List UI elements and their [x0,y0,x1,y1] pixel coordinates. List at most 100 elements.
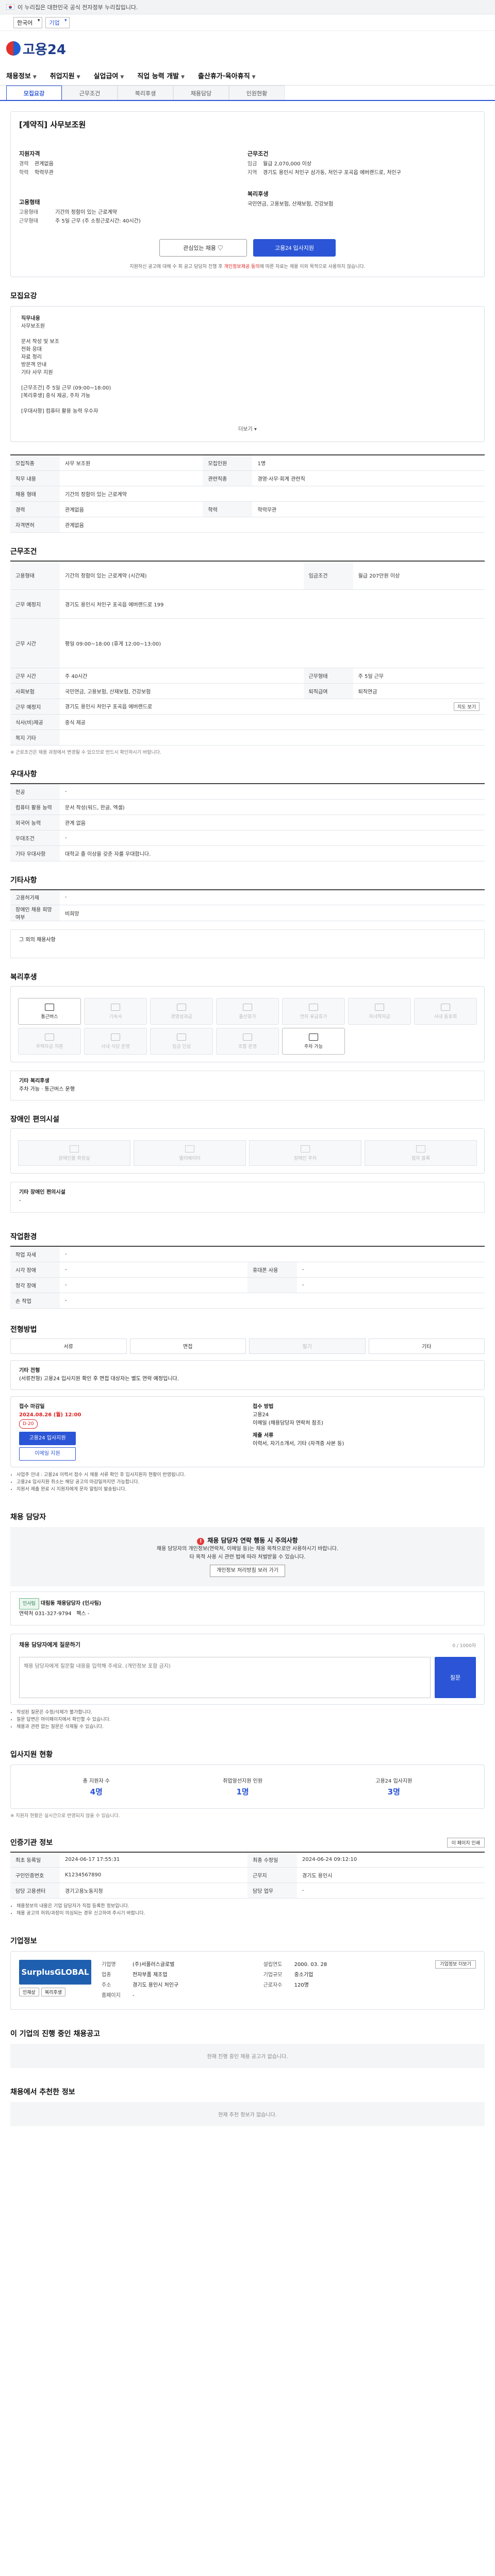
nav-item-1[interactable]: 취업지원 ▼ [50,71,80,80]
map-button[interactable]: 지도 보기 [454,702,480,711]
main-nav: 채용정보 ▼ 취업지원 ▼ 실업급여 ▼ 직업 능력 개발 ▼ 출산휴가·육아휴직 ▼ [0,66,495,86]
cell-key: 채용 형태 [10,486,60,502]
save-job-button[interactable]: 관심있는 채용 ♡ [159,239,247,257]
cell-value [60,730,485,745]
cell-key: 전공 [10,784,60,800]
qa-input[interactable] [19,1656,431,1698]
period-value: 2024.08.26 (월) 12:00 [19,1412,81,1418]
note-item: 채용정보의 내용은 기업 담당자가 직접 등록한 정보입니다. [16,1903,485,1910]
tab-3[interactable]: 채용담당 [173,86,229,100]
job-description: 직무내용 사무보조원 문서 작성 및 보조 전화 응대 자료 정리 방문객 안내… [10,306,485,442]
nav-item-0[interactable]: 채용정보 ▼ [6,71,37,80]
fax-value: - [87,1611,90,1617]
table-row: 모집직종 사무 보조원 모집인원 1명 [10,455,485,471]
benefit-label: 복리후생 [248,191,269,197]
more-button[interactable]: 더보기 ▾ [21,426,474,433]
cell-key: 자격면허 [10,517,60,533]
company-key: 주소 [102,1982,111,1988]
benefit-label: 통근버스 [41,1014,58,1020]
chevron-down-icon: ▼ [181,75,185,80]
cell-value: 국민연금, 고용보험, 산재보험, 건강보험 [60,683,304,699]
benefit-icon [375,1003,384,1011]
email-apply-button[interactable]: 이메일 지원 [19,1447,76,1461]
note-item: 질문 답변은 마이페이지에서 확인할 수 있습니다. [16,1716,485,1723]
company-logo: SurplusGLOBAL [19,1960,91,1985]
cell-value: 관계없음 [60,517,485,533]
brand-logo[interactable]: 고용24 [6,39,66,58]
nav-item-3[interactable]: 직업 능력 개발 ▼ [137,71,185,80]
facility-card: 장애인 주차 [249,1140,361,1166]
company-box: SurplusGLOBAL 인재상 복리후생 기업명 (주)서플러스글로벌 설립연도… [10,1951,485,2010]
company-more-button[interactable]: 기업정보 더보기 [435,1960,476,1969]
nav-item-4[interactable]: 출산휴가·육아휴직 ▼ [198,71,256,80]
lang-select[interactable]: 한국어 [13,16,43,28]
employment-label: 고용형태 [19,199,40,206]
benefits-sub-head: 기타 복리후생 [19,1078,50,1084]
stat-item: 고용24 입사지원 3명 [375,1778,412,1797]
qa-title: 채용 담당자에게 질문하기 [19,1641,80,1648]
apply-tab-2[interactable]: 필기 [249,1338,366,1354]
cell-key: 경력 [10,501,60,517]
company-chip[interactable]: 인재상 [19,1988,39,1996]
nav-item-2[interactable]: 실업급여 ▼ [94,71,124,80]
qa-submit-button[interactable]: 질문 [435,1656,476,1698]
cell-value: - [297,1883,485,1899]
etc-table: 고용허가제 - 장애인 채용 희망 여부 비희망 [10,889,485,921]
benefit-label: 출산휴가 [239,1014,256,1020]
cell-key: 작업 자세 [10,1246,60,1262]
print-button[interactable]: 이 페이지 인쇄 [447,1837,485,1848]
company-value: 2000. 03. 28 [294,1962,327,1968]
conditions-footnote: ※ 근로조건은 채용 과정에서 변경될 수 있으므로 반드시 확인하시기 바랍니… [10,750,161,755]
apply-button-2[interactable]: 고용24 입사지원 [19,1431,76,1445]
tab-0[interactable]: 모집요강 [6,86,62,100]
cell-key: 관련직종 [203,470,253,486]
benefit-card: 기숙사 [84,998,147,1025]
desc-head: 직무내용 [21,316,40,321]
benefits-grid: 통근버스 기숙사 경영성과급 출산휴가 연차 유급휴가 자녀학자금 사내 동호회 주택자금 지… [18,998,477,1055]
chevron-down-icon: ▾ [254,427,257,432]
stats-note: ※ 지원자 현황은 실시간으로 반영되지 않을 수 있습니다. [10,1813,120,1819]
period-head: 접수 마감일 [19,1403,45,1410]
apply-tab-0[interactable]: 서류 [10,1338,127,1354]
qa-count: 0 / 1000자 [452,1643,476,1649]
phone-value[interactable]: 031-327-9794 [35,1611,72,1617]
apply-tab-3[interactable]: 기타 [368,1338,485,1354]
condition-label: 근무조건 [248,150,269,157]
method-value: 고용24 [253,1412,269,1418]
cell-value: 관계 없음 [60,815,485,831]
cell-key: 근무지 [248,1867,297,1883]
qa-notes: 작성된 질문은 수정/삭제가 불가합니다. 질문 답변은 마이페이지에서 확인할… [10,1709,485,1731]
warning-title: 채용 담당자 연락 행동 시 주의사항 [20,1536,475,1545]
user-type-select[interactable]: 기업 [45,16,70,28]
apply-tab-1[interactable]: 면접 [129,1338,246,1354]
cell-key: 장애인 채용 희망 여부 [10,905,60,921]
table-row: 최초 등록일 2024-06-17 17:55:31 최종 수정일 2024-06-2… [10,1852,485,1868]
tab-4[interactable]: 인원현황 [229,86,285,100]
benefit-icon [243,1003,252,1011]
cell-key: 모집인원 [203,455,253,471]
cell-key [248,1277,297,1293]
tab-2[interactable]: 복리후생 [118,86,173,100]
benefit-card: 통근버스 [18,998,81,1025]
company-key: 설립연도 [263,1962,283,1968]
restroom-icon [70,1145,79,1153]
chevron-down-icon: ▼ [76,75,80,80]
tab-1[interactable]: 근무조건 [62,86,118,100]
cell-key: 사회보험 [10,683,60,699]
benefit-card: 출산휴가 [216,998,279,1025]
privacy-policy-button[interactable]: 개인정보 처리방침 보러 가기 [210,1564,285,1577]
apply-method-tabs: 서류 면접 필기 기타 [10,1338,485,1354]
benefit-label: 기숙사 [109,1014,122,1020]
stats-title: 입사지원 현황 [10,1750,53,1759]
company-chip[interactable]: 복리후생 [41,1988,65,1996]
note-item: 지원서 제출 완료 시 지원자에게 문자 알림이 발송됩니다. [16,1486,485,1493]
benefits-sub-text: 주차 가능 · 통근버스 운행 [19,1087,75,1092]
table-row: 외국어 능력 관계 없음 [10,815,485,831]
cell-value: - [60,830,485,846]
apply-button[interactable]: 고용24 입사지원 [253,239,336,257]
desc-line: [복리후생] 중식 제공, 주차 가능 [21,393,91,399]
benefit-label: 주차 가능 [304,1044,323,1049]
benefit-card: 주차 가능 [282,1028,345,1055]
kv-value: 주 5일 근무 (주 소정근로시간: 40시간) [55,218,141,224]
note-item: 고용24 입사지원 취소는 해당 공고의 마감일까지만 가능합니다. [16,1479,485,1486]
